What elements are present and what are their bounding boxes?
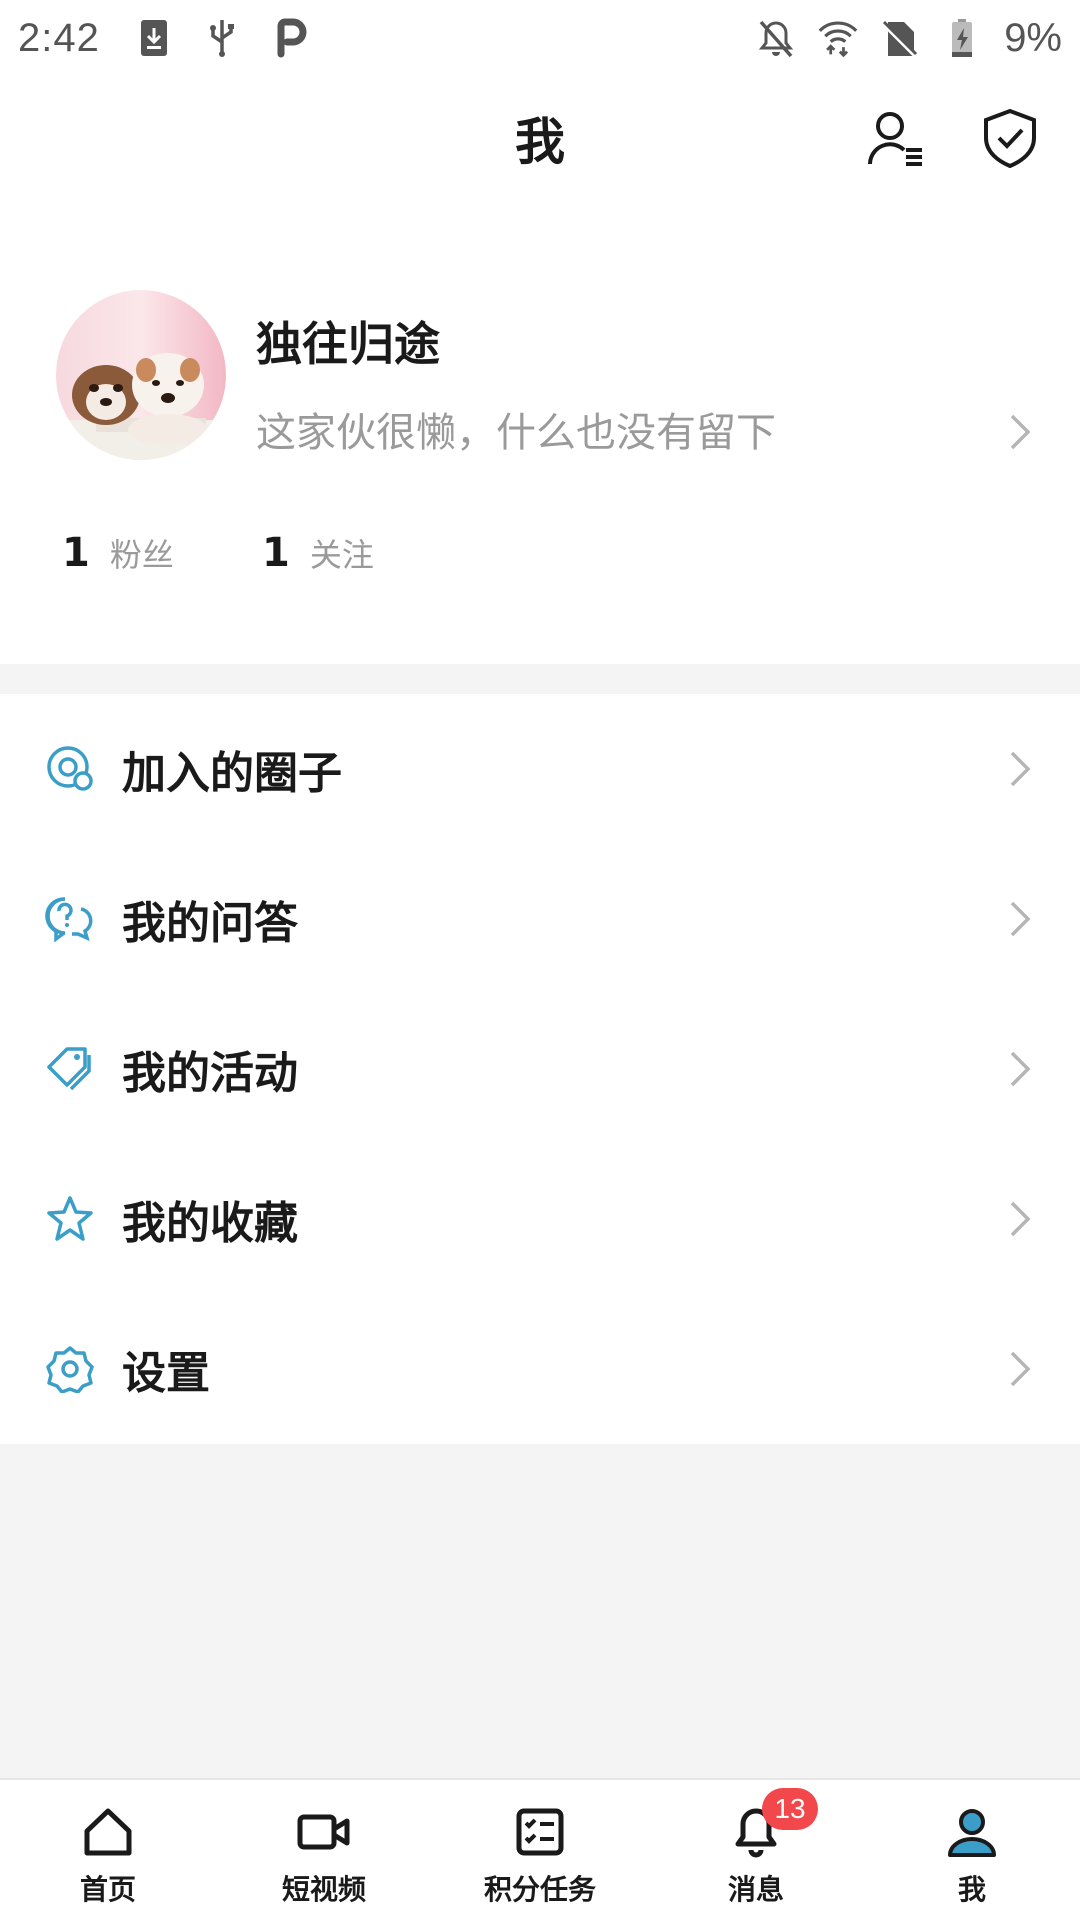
follows-count: 1 bbox=[262, 530, 290, 576]
nav-item-me[interactable]: 我 bbox=[864, 1780, 1080, 1920]
nav-label: 短视频 bbox=[281, 1873, 366, 1906]
menu-list: 加入的圈子 我的问答 我的活动 我的收藏 设置 bbox=[0, 694, 1080, 1444]
profile-card[interactable]: 独往归途 这家伙很懒，什么也没有留下 bbox=[0, 280, 1080, 480]
shield-check-icon bbox=[982, 108, 1038, 172]
menu-item-my-activities[interactable]: 我的活动 bbox=[0, 994, 1080, 1144]
download-icon bbox=[134, 18, 174, 58]
chevron-right-icon bbox=[1002, 895, 1038, 943]
tag-icon bbox=[44, 1043, 96, 1095]
status-left-icons bbox=[134, 18, 310, 58]
menu-item-label: 我的活动 bbox=[122, 1048, 298, 1099]
user-list-button[interactable] bbox=[860, 104, 932, 176]
chevron-right-icon bbox=[1002, 745, 1038, 793]
p-app-icon bbox=[270, 18, 310, 58]
star-icon bbox=[44, 1193, 96, 1245]
status-time: 2:42 bbox=[18, 15, 100, 60]
follows-label: 关注 bbox=[309, 536, 374, 574]
home-icon bbox=[80, 1804, 136, 1860]
chevron-right-icon bbox=[1002, 1045, 1038, 1093]
usb-icon bbox=[202, 18, 242, 58]
unread-badge: 13 bbox=[762, 1788, 818, 1830]
status-bar: 2:42 9% bbox=[0, 0, 1080, 76]
profile-bio: 这家伙很懒，什么也没有留下 bbox=[256, 410, 776, 456]
chevron-right-icon bbox=[1002, 408, 1038, 456]
fans-stat[interactable]: 1 粉丝 bbox=[62, 530, 174, 576]
section-divider bbox=[0, 664, 1080, 694]
chevron-right-icon bbox=[1002, 1195, 1038, 1243]
nav-label: 首页 bbox=[79, 1873, 136, 1906]
notifications-off-icon bbox=[756, 18, 796, 58]
empty-background-area bbox=[0, 1444, 1080, 1778]
settings-gear-icon bbox=[44, 1343, 96, 1395]
nav-label: 消息 bbox=[727, 1873, 784, 1906]
menu-item-my-qa[interactable]: 我的问答 bbox=[0, 844, 1080, 994]
no-sim-icon bbox=[880, 18, 920, 58]
menu-item-label: 我的问答 bbox=[122, 898, 298, 949]
video-camera-icon bbox=[296, 1804, 352, 1860]
menu-item-joined-circles[interactable]: 加入的圈子 bbox=[0, 694, 1080, 844]
chevron-right-icon bbox=[1002, 1345, 1038, 1393]
menu-item-my-favorites[interactable]: 我的收藏 bbox=[0, 1144, 1080, 1294]
nav-item-short-video[interactable]: 短视频 bbox=[216, 1780, 432, 1920]
menu-item-settings[interactable]: 设置 bbox=[0, 1294, 1080, 1444]
security-button[interactable] bbox=[974, 104, 1046, 176]
qa-bubble-icon bbox=[44, 893, 96, 945]
nav-label: 我 bbox=[957, 1873, 986, 1906]
person-icon bbox=[944, 1804, 1000, 1860]
nav-label: 积分任务 bbox=[483, 1873, 596, 1906]
nav-item-points-tasks[interactable]: 积分任务 bbox=[432, 1780, 648, 1920]
user-list-icon bbox=[866, 108, 926, 172]
wifi-icon bbox=[818, 18, 858, 58]
profile-stats: 1 粉丝 1 关注 bbox=[0, 530, 1080, 590]
follows-stat[interactable]: 1 关注 bbox=[262, 530, 374, 576]
battery-charging-icon bbox=[942, 18, 982, 58]
battery-percent: 9% bbox=[1004, 15, 1062, 60]
status-right-icons: 9% bbox=[756, 16, 1062, 61]
page-header: 我 bbox=[0, 76, 1080, 204]
nav-item-messages[interactable]: 消息 13 bbox=[648, 1780, 864, 1920]
menu-item-label: 设置 bbox=[122, 1348, 210, 1399]
menu-item-label: 加入的圈子 bbox=[122, 748, 342, 799]
bottom-nav: 首页 短视频 积分任务 消息 13 我 bbox=[0, 1778, 1080, 1920]
profile-name: 独往归途 bbox=[256, 317, 440, 371]
menu-item-label: 我的收藏 bbox=[122, 1198, 298, 1249]
nav-item-home[interactable]: 首页 bbox=[0, 1780, 216, 1920]
circle-group-icon bbox=[44, 743, 96, 795]
fans-label: 粉丝 bbox=[109, 536, 174, 574]
task-list-icon bbox=[512, 1804, 568, 1860]
fans-count: 1 bbox=[62, 530, 90, 576]
avatar[interactable] bbox=[56, 290, 226, 460]
